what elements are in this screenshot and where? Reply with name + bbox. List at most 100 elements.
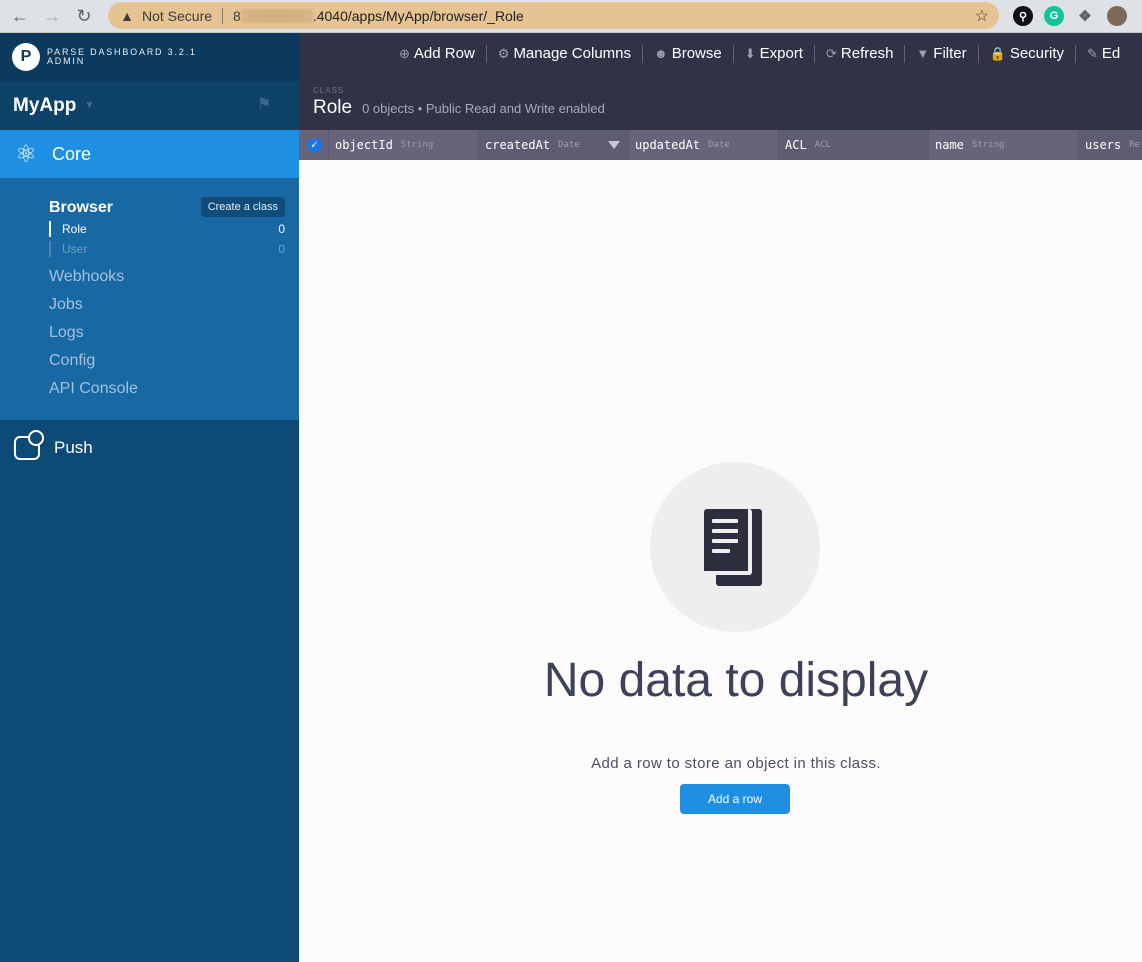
column-header-createdat[interactable]: createdAt Date — [479, 130, 629, 160]
lock-icon: 🔒 — [989, 45, 1006, 61]
sidebar-item-webhooks[interactable]: Webhooks — [49, 263, 285, 291]
toolbar-divider — [813, 44, 815, 63]
doc-line — [712, 519, 738, 523]
empty-state-description: Add a row to store an object in this cla… — [591, 755, 881, 772]
security-label: Security — [1009, 45, 1065, 62]
extensions-puzzle-icon[interactable]: ❖ — [1075, 6, 1095, 26]
class-header: CLASS Role 0 objects • Public Read and W… — [299, 74, 1142, 130]
class-item-role[interactable]: Role 0 — [49, 219, 285, 239]
column-name: ACL — [785, 138, 807, 152]
class-item-user[interactable]: User 0 — [49, 239, 285, 259]
column-type: Date — [558, 140, 580, 150]
toolbar-divider — [485, 44, 487, 63]
sort-descending-icon[interactable] — [608, 141, 620, 149]
app-selector[interactable]: MyApp ▼ ⚑ — [0, 81, 299, 130]
redacted-host — [240, 8, 313, 23]
parse-logo-icon[interactable]: P — [12, 43, 40, 71]
pin-icon[interactable]: ⚑ — [257, 94, 271, 114]
download-icon: ⬇ — [744, 45, 756, 61]
column-name: objectId — [335, 138, 393, 152]
refresh-label: Refresh — [840, 45, 894, 62]
document-icon — [704, 509, 752, 575]
filter-button[interactable]: ▼ Filter — [916, 45, 966, 62]
column-type: ACL — [814, 140, 831, 150]
back-arrow-icon[interactable]: ← — [8, 4, 32, 28]
brand-header: P PARSE DASHBOARD 3.2.1 ADMIN — [0, 33, 299, 81]
export-button[interactable]: ⬇ Export — [745, 45, 803, 62]
class-subtitle: 0 objects • Public Read and Write enable… — [362, 101, 605, 116]
toolbar-divider — [1075, 44, 1077, 63]
column-name: name — [935, 138, 964, 152]
users-icon: ☻ — [654, 46, 668, 61]
toolbar-divider — [977, 44, 979, 63]
column-header-updatedat[interactable]: updatedAt Date — [629, 130, 779, 160]
gear-icon: ⚙ — [497, 45, 510, 61]
active-indicator — [49, 221, 51, 237]
main-content: ⊕ Add Row ⚙ Manage Columns ☻ Browse ⬇ Export… — [299, 33, 1142, 962]
sidebar-section-core[interactable]: ⚛ Core — [0, 130, 299, 178]
empty-state-title: No data to display — [543, 654, 929, 707]
push-notification-icon — [14, 430, 44, 460]
edit-icon: ✎ — [1087, 45, 1098, 61]
filter-label: Filter — [933, 45, 967, 62]
filter-icon: ▼ — [916, 46, 930, 61]
push-label: Push — [54, 438, 93, 457]
sidebar-item-jobs[interactable]: Jobs — [49, 291, 285, 319]
column-name: createdAt — [485, 138, 551, 152]
url-prefix: 8 — [233, 7, 241, 24]
doc-line — [712, 539, 738, 543]
sidebar: P PARSE DASHBOARD 3.2.1 ADMIN MyApp ▼ ⚑ … — [0, 33, 299, 962]
atom-icon: ⚛ — [15, 140, 37, 168]
manage-columns-button[interactable]: ⚙ Manage Columns — [498, 45, 631, 62]
class-kicker: CLASS — [313, 86, 345, 95]
reload-icon[interactable]: ↻ — [72, 4, 96, 28]
security-indicator[interactable]: Not Secure — [142, 8, 212, 24]
browse-button[interactable]: ☻ Browse — [654, 45, 722, 62]
column-header-users[interactable]: users Re — [1079, 130, 1142, 160]
sidebar-section-push[interactable]: Push — [0, 420, 299, 476]
brand-text: PARSE DASHBOARD 3.2.1 ADMIN — [47, 48, 197, 66]
search-extension-icon[interactable]: ⚲ — [1013, 6, 1033, 26]
edit-label: Ed — [1101, 45, 1121, 62]
manage-columns-label: Manage Columns — [513, 45, 631, 62]
core-label: Core — [52, 143, 92, 164]
grammarly-extension-icon[interactable]: G — [1044, 6, 1064, 26]
select-all-cell: ✓ — [299, 130, 329, 160]
security-button[interactable]: 🔒 Security — [990, 45, 1064, 62]
column-type: Re — [1129, 140, 1140, 150]
doc-line — [712, 529, 738, 533]
class-count: 0 — [278, 222, 285, 236]
column-name: users — [1085, 138, 1122, 152]
create-class-button[interactable]: Create a class — [200, 197, 285, 217]
caret-down-icon: ▼ — [84, 100, 95, 111]
column-type: String — [971, 140, 1005, 150]
toolbar-divider — [732, 44, 734, 63]
edit-button[interactable]: ✎ Ed — [1087, 45, 1120, 62]
plus-circle-icon: ⊕ — [399, 45, 410, 61]
brand-subtitle: ADMIN — [47, 56, 85, 66]
add-row-button[interactable]: ⊕ Add Row — [399, 45, 475, 62]
bookmark-star-icon[interactable]: ☆ — [975, 6, 989, 26]
class-title: Role — [313, 97, 353, 118]
address-bar[interactable]: ▲ Not Secure 8 .4040/apps/MyApp/browser/… — [108, 2, 999, 29]
select-all-checkbox[interactable]: ✓ — [308, 138, 321, 152]
browse-label: Browse — [671, 45, 722, 62]
class-name: User — [62, 242, 88, 256]
core-subnav: Browser Create a class Role 0 User 0 Web… — [0, 178, 299, 420]
address-divider — [222, 7, 224, 24]
profile-avatar[interactable] — [1107, 6, 1127, 26]
column-type: Date — [708, 140, 730, 150]
column-header-acl[interactable]: ACL ACL — [779, 130, 929, 160]
sidebar-item-api-console[interactable]: API Console — [49, 375, 285, 403]
sidebar-item-logs[interactable]: Logs — [49, 319, 285, 347]
class-count: 0 — [278, 242, 285, 256]
refresh-button[interactable]: ⟳ Refresh — [826, 45, 893, 62]
add-a-row-button[interactable]: Add a row — [680, 784, 790, 814]
column-header-name[interactable]: name String — [929, 130, 1079, 160]
add-row-label: Add Row — [413, 45, 475, 62]
app-name: MyApp — [13, 94, 77, 116]
column-header-objectid[interactable]: objectId String — [329, 130, 479, 160]
forward-arrow-icon[interactable]: → — [40, 4, 64, 28]
toolbar-divider — [642, 44, 643, 63]
sidebar-item-config[interactable]: Config — [49, 347, 285, 375]
